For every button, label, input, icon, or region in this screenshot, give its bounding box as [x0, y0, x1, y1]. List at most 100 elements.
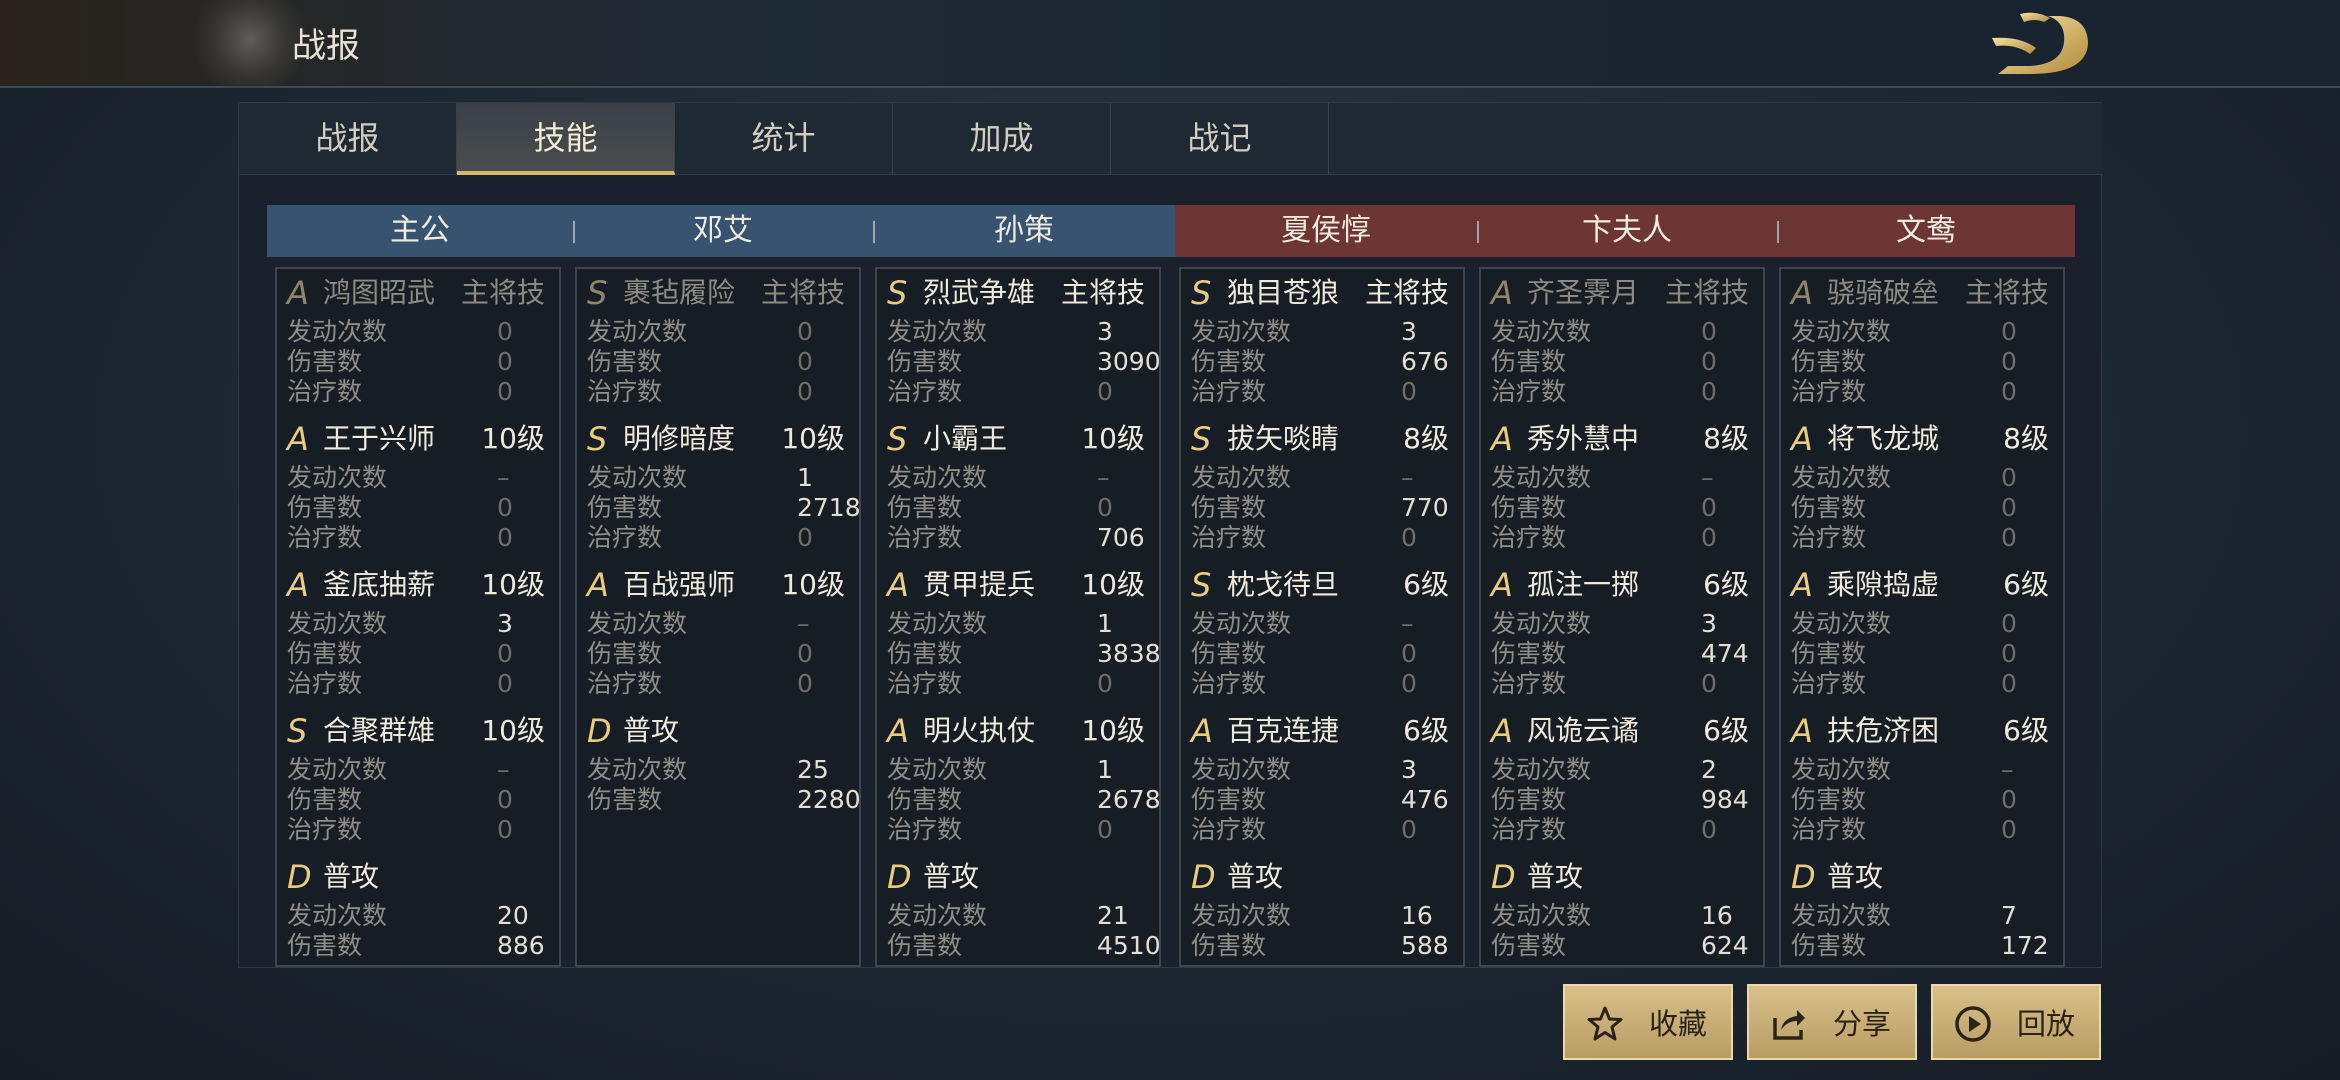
skill-header[interactable]: S 拔矢啖睛 8级 — [1191, 415, 1463, 463]
skill-header[interactable]: D 普攻 — [287, 853, 559, 901]
skill-header[interactable]: D 普攻 — [1491, 853, 1763, 901]
skill-header[interactable]: S 明修暗度 10级 — [587, 415, 859, 463]
skill-header[interactable]: A 秀外慧中 8级 — [1491, 415, 1763, 463]
stat-row-heal: 治疗数 0 — [1791, 815, 2063, 845]
top-bar: 战报 — [0, 0, 2340, 88]
stat-value: 0 — [1701, 669, 1717, 698]
stat-value: 3 — [497, 609, 513, 638]
stat-value: 984 — [1701, 785, 1749, 814]
stat-value: 476 — [1401, 785, 1449, 814]
stat-value: 0 — [497, 377, 513, 406]
skill-header[interactable]: A 百克连捷 6级 — [1191, 707, 1463, 755]
skill-header[interactable]: S 烈武争雄 主将技 — [887, 269, 1159, 317]
skill-header[interactable]: A 明火执仗 10级 — [887, 707, 1159, 755]
skill-grade: D — [1491, 858, 1516, 896]
skill-grade: A — [287, 566, 309, 604]
stat-value: 0 — [2001, 669, 2017, 698]
skill-header[interactable]: A 将飞龙城 8级 — [1791, 415, 2063, 463]
stat-row-damage: 伤害数 172 — [1791, 931, 2063, 961]
stat-row-heal: 治疗数 0 — [1791, 523, 2063, 553]
share-button[interactable]: 分享 — [1747, 984, 1917, 1060]
skill-header[interactable]: S 枕戈待旦 6级 — [1191, 561, 1463, 609]
stat-row-heal: 治疗数 0 — [887, 669, 1159, 699]
stat-value: 0 — [497, 523, 513, 552]
tab-statistics[interactable]: 统计 — [675, 103, 893, 175]
stat-value: 0 — [2001, 609, 2017, 638]
skill-header[interactable]: A 王于兴师 10级 — [287, 415, 559, 463]
skill-header[interactable]: A 乘隙捣虚 6级 — [1791, 561, 2063, 609]
stat-label: 治疗数 — [1191, 523, 1267, 552]
stat-label: 伤害数 — [887, 931, 963, 960]
star-icon — [1587, 1006, 1623, 1041]
skill-header[interactable]: D 普攻 — [1191, 853, 1463, 901]
tab-battle-report[interactable]: 战报 — [239, 103, 457, 175]
hero-column: A 鸿图昭武 主将技 发动次数 0 伤害数 0 治疗数 0 A 王于兴师 10级 发动次数 – 伤害数 0 治疗… — [275, 267, 561, 967]
skill-header[interactable]: A 骁骑破垒 主将技 — [1791, 269, 2063, 317]
stat-label: 治疗数 — [1491, 669, 1567, 698]
skill-spacer — [1491, 407, 1763, 415]
skill-grade: S — [1191, 274, 1212, 312]
skill-header[interactable]: A 扶危济困 6级 — [1791, 707, 2063, 755]
skill-header[interactable]: S 合聚群雄 10级 — [287, 707, 559, 755]
stat-row-damage: 伤害数 624 — [1491, 931, 1763, 961]
tab-war-record[interactable]: 战记 — [1111, 103, 1329, 175]
skill-header[interactable]: A 百战强师 10级 — [587, 561, 859, 609]
skill-name: 齐圣霁月 — [1527, 276, 1640, 309]
stat-value: 474 — [1701, 639, 1749, 668]
stat-label: 发动次数 — [1191, 317, 1292, 346]
stat-row-damage: 伤害数 2280 — [587, 785, 861, 815]
skill-header[interactable]: D 普攻 — [1791, 853, 2063, 901]
skill-name: 扶危济困 — [1827, 714, 1940, 747]
skill-header[interactable]: S 小霸王 10级 — [887, 415, 1159, 463]
skill-level: 10级 — [1081, 714, 1145, 747]
skill-header[interactable]: A 鸿图昭武 主将技 — [287, 269, 559, 317]
skill-spacer — [287, 845, 559, 853]
stat-row-activations: 发动次数 0 — [1791, 317, 2063, 347]
skill-header[interactable]: S 独目苍狼 主将技 — [1191, 269, 1463, 317]
stat-value: 0 — [2001, 785, 2017, 814]
skill-header[interactable]: A 孤注一掷 6级 — [1491, 561, 1763, 609]
skill-header[interactable]: S 裹毡履险 主将技 — [587, 269, 859, 317]
stat-label: 发动次数 — [1491, 317, 1592, 346]
stat-label: 治疗数 — [887, 815, 963, 844]
skill-spacer — [1791, 699, 2063, 707]
skill-header[interactable]: A 贯甲提兵 10级 — [887, 561, 1159, 609]
stat-label: 发动次数 — [287, 609, 388, 638]
stat-row-damage: 伤害数 2678 — [887, 785, 1161, 815]
tab-bonus[interactable]: 加成 — [893, 103, 1111, 175]
stat-value: 1 — [1097, 755, 1113, 784]
skill-grade: S — [1191, 566, 1212, 604]
stat-value: 770 — [1401, 493, 1449, 522]
stat-row-activations: 发动次数 0 — [587, 317, 859, 347]
skill-name: 拔矢啖睛 — [1227, 422, 1340, 455]
stat-value: 0 — [797, 639, 813, 668]
stat-value: 0 — [1097, 377, 1113, 406]
tab-skills[interactable]: 技能 — [457, 103, 675, 175]
stat-label: 治疗数 — [1791, 669, 1867, 698]
stat-row-heal: 治疗数 0 — [1191, 523, 1463, 553]
stat-row-activations: 发动次数 3 — [887, 317, 1159, 347]
skill-spacer — [887, 407, 1159, 415]
skill-grade: S — [587, 420, 608, 458]
favorite-button[interactable]: 收藏 — [1563, 984, 1733, 1060]
replay-button[interactable]: 回放 — [1931, 984, 2101, 1060]
stat-row-heal: 治疗数 0 — [587, 669, 859, 699]
skill-header[interactable]: D 普攻 — [587, 707, 859, 755]
skill-header[interactable]: A 齐圣霁月 主将技 — [1491, 269, 1763, 317]
stat-row-heal: 治疗数 0 — [1191, 377, 1463, 407]
skill-grade: A — [287, 420, 309, 458]
skill-name: 普攻 — [923, 860, 980, 893]
stat-value: 0 — [1097, 815, 1113, 844]
skill-level: 主将技 — [1060, 276, 1145, 309]
skill-header[interactable]: D 普攻 — [887, 853, 1159, 901]
stat-label: 治疗数 — [1491, 523, 1567, 552]
stat-label: 治疗数 — [1791, 815, 1867, 844]
stat-row-damage: 伤害数 2718 — [587, 493, 861, 523]
skill-header[interactable]: A 釜底抽薪 10级 — [287, 561, 559, 609]
stat-row-activations: 发动次数 – — [1491, 463, 1763, 493]
skill-header[interactable]: A 风诡云谲 6级 — [1491, 707, 1763, 755]
stat-value: 3 — [1401, 317, 1417, 346]
skill-name: 小霸王 — [923, 422, 1008, 455]
skill-level: 6级 — [2003, 568, 2049, 601]
skill-grade: A — [1791, 420, 1813, 458]
